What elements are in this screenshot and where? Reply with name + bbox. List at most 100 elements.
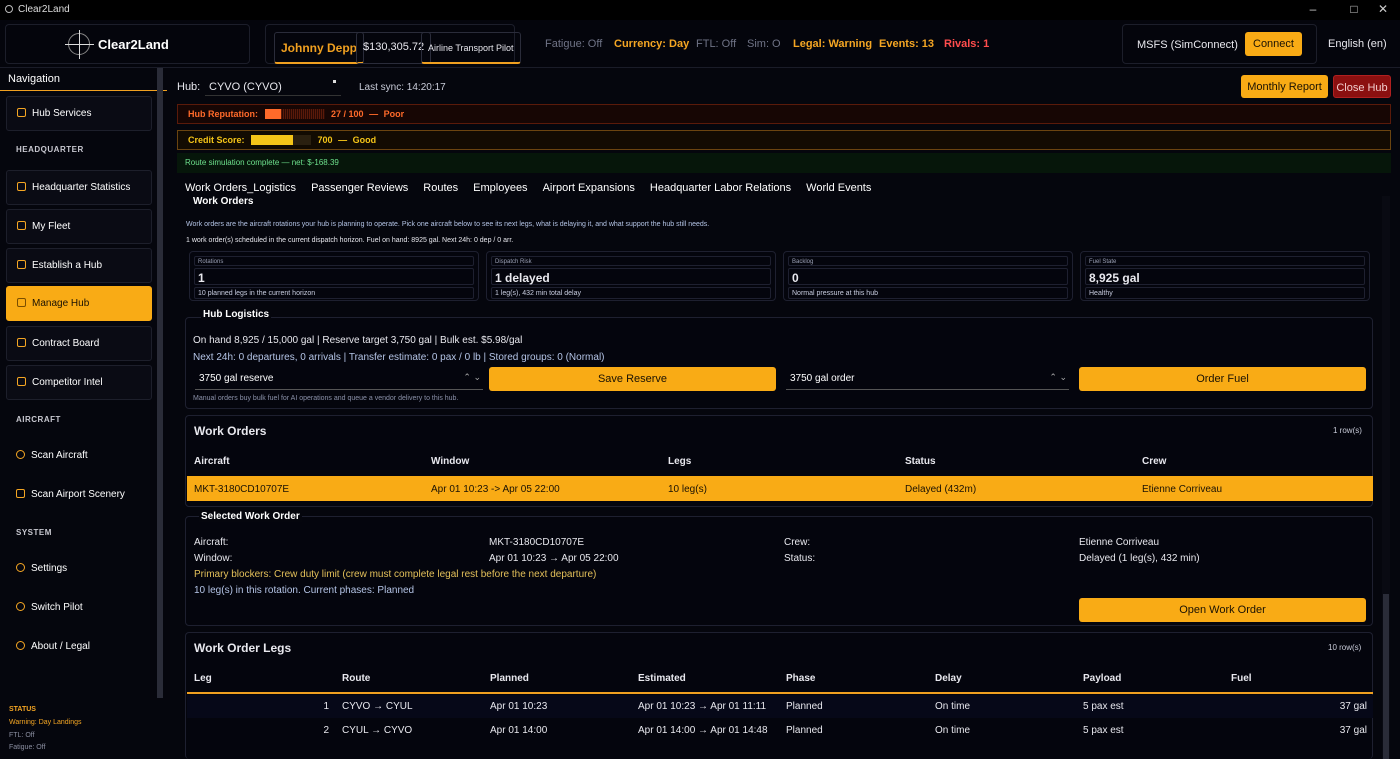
order-select[interactable]: 3750 gal order ⌃ ⌄ <box>786 368 1069 390</box>
leg-payload: 5 pax est <box>1083 701 1124 712</box>
tab-work-orders[interactable]: Work Orders_Logistics <box>185 182 296 194</box>
nav-item-hub-services[interactable]: Hub Services <box>6 96 152 131</box>
leg-phase: Planned <box>786 725 823 736</box>
selected-window: Apr 01 10:23 → Apr 05 22:00 <box>489 553 619 564</box>
tab-airport-expansions[interactable]: Airport Expansions <box>543 182 635 194</box>
minimize-icon[interactable]: – <box>1299 2 1327 16</box>
credit-score-bar: Credit Score: 700 — Good <box>177 130 1391 150</box>
close-window-icon[interactable]: ✕ <box>1369 2 1397 16</box>
table-row[interactable]: 1 CYVO → CYUL Apr 01 10:23 Apr 01 10:23 … <box>187 695 1373 718</box>
leg-estimated: Apr 01 14:00 → Apr 01 14:48 <box>638 725 768 736</box>
logistics-line1: On hand 8,925 / 15,000 gal | Reserve tar… <box>193 335 523 346</box>
leg-number: 1 <box>323 701 329 712</box>
tab-labor-relations[interactable]: Headquarter Labor Relations <box>650 182 791 194</box>
header-divider <box>187 692 1373 694</box>
pilot-name[interactable]: Johnny Depp <box>274 32 365 64</box>
nav-item-switch-pilot[interactable]: Switch Pilot <box>6 591 152 626</box>
tab-passenger-reviews[interactable]: Passenger Reviews <box>311 182 408 194</box>
kpi-backlog: Backlog 0 Normal pressure at this hub <box>783 251 1073 301</box>
selected-aircraft: MKT-3180CD10707E <box>489 537 585 548</box>
col-route[interactable]: Route <box>342 673 370 684</box>
nav-item-about[interactable]: About / Legal <box>6 630 152 665</box>
events-status[interactable]: Events: 13 <box>879 38 934 50</box>
tab-employees[interactable]: Employees <box>473 182 527 194</box>
leg-planned: Apr 01 14:00 <box>490 725 548 736</box>
map-icon <box>16 489 25 498</box>
leg-fuel: 37 gal <box>1339 701 1367 712</box>
reserve-select[interactable]: 3750 gal reserve ⌃ ⌄ <box>195 368 483 390</box>
logistics-line2: Next 24h: 0 departures, 0 arrivals | Tra… <box>193 352 605 363</box>
sim-status: Sim: O <box>747 38 781 50</box>
selected-crew-label: Crew: <box>784 537 811 548</box>
scrollbar-thumb[interactable] <box>1383 594 1389 759</box>
orders-count: 1 row(s) <box>1333 426 1362 435</box>
nav-item-contract-board[interactable]: Contract Board <box>6 326 152 361</box>
table-row[interactable]: MKT-3180CD10707E Apr 01 10:23 -> Apr 05 … <box>187 476 1373 501</box>
kpi-hint: Healthy <box>1085 287 1365 299</box>
nav-item-label: Hub Services <box>32 108 92 119</box>
tab-routes[interactable]: Routes <box>423 182 458 194</box>
tab-bar: Work Orders_Logistics Passenger Reviews Ro… <box>185 182 886 194</box>
kpi-fuel-state: Fuel State 8,925 gal Healthy <box>1080 251 1370 301</box>
nav-item-label: Scan Airport Scenery <box>31 489 125 500</box>
col-payload[interactable]: Payload <box>1083 673 1121 684</box>
open-work-order-button[interactable]: Open Work Order <box>1079 598 1366 622</box>
selected-window-label: Window: <box>194 553 233 564</box>
nav-item-my-fleet[interactable]: My Fleet <box>6 209 152 244</box>
selected-blockers: Primary blockers: Crew duty limit (crew … <box>194 569 597 580</box>
nav-item-scan-aircraft[interactable]: Scan Aircraft <box>6 439 152 474</box>
hub-select[interactable]: CYVO (CYVO) <box>205 76 341 96</box>
col-phase[interactable]: Phase <box>786 673 815 684</box>
work-orders-summary: 1 work order(s) scheduled in the current… <box>186 237 514 244</box>
nav-item-competitor-intel[interactable]: Competitor Intel <box>6 365 152 400</box>
maximize-icon[interactable]: □ <box>1340 2 1368 16</box>
nav-item-manage-hub[interactable]: Manage Hub <box>6 286 152 321</box>
fatigue-status: Fatigue: Off <box>545 38 603 50</box>
save-reserve-button[interactable]: Save Reserve <box>489 367 776 391</box>
work-orders-table: Work Orders 1 row(s) Aircraft Window Leg… <box>185 415 1373 507</box>
col-delay[interactable]: Delay <box>935 673 962 684</box>
monthly-report-button[interactable]: Monthly Report <box>1241 75 1328 98</box>
nav-item-hq-stats[interactable]: Headquarter Statistics <box>6 170 152 205</box>
kpi-label: Dispatch Risk <box>491 256 771 266</box>
crosshair-logo-icon <box>65 30 94 59</box>
col-legs[interactable]: Legs <box>668 456 691 467</box>
nav-section-aircraft: AIRCRAFT <box>16 415 61 424</box>
kpi-rotations: Rotations 1 10 planned legs in the curre… <box>189 251 479 301</box>
sidebar-scrollbar[interactable] <box>157 68 163 698</box>
col-leg[interactable]: Leg <box>194 673 212 684</box>
col-planned[interactable]: Planned <box>490 673 529 684</box>
pilot-rank: Airline Transport Pilot <box>421 32 521 64</box>
language-box[interactable]: English (en) <box>1320 24 1395 64</box>
tab-world-events[interactable]: World Events <box>806 182 871 194</box>
up-down-chevron-icon: ⌃ ⌄ <box>1049 372 1067 382</box>
rivals-status[interactable]: Rivals: 1 <box>944 38 989 50</box>
selected-aircraft-label: Aircraft: <box>194 537 229 548</box>
row-aircraft: MKT-3180CD10707E <box>194 484 290 495</box>
col-crew[interactable]: Crew <box>1142 456 1166 467</box>
order-fuel-button[interactable]: Order Fuel <box>1079 367 1366 391</box>
content-scrollbar[interactable] <box>1382 196 1390 759</box>
language-label[interactable]: English (en) <box>1328 38 1387 50</box>
close-hub-button[interactable]: Close Hub <box>1333 75 1391 98</box>
table-row[interactable]: 2 CYUL → CYVO Apr 01 14:00 Apr 01 14:00 … <box>187 719 1373 742</box>
status-title: STATUS <box>9 706 36 713</box>
clipboard-icon <box>17 338 26 347</box>
nav-item-settings[interactable]: Settings <box>6 552 152 587</box>
col-status[interactable]: Status <box>905 456 936 467</box>
gear-icon <box>16 563 25 572</box>
work-orders-desc: Work orders are the aircraft rotations y… <box>186 221 710 228</box>
connect-button[interactable]: Connect <box>1245 32 1302 56</box>
col-estimated[interactable]: Estimated <box>638 673 686 684</box>
leg-payload: 5 pax est <box>1083 725 1124 736</box>
hub-label: Hub: <box>177 81 201 93</box>
nav-item-label: Competitor Intel <box>32 377 103 388</box>
col-aircraft[interactable]: Aircraft <box>194 456 230 467</box>
nav-item-scan-scenery[interactable]: Scan Airport Scenery <box>6 478 152 513</box>
col-fuel[interactable]: Fuel <box>1231 673 1252 684</box>
col-window[interactable]: Window <box>431 456 469 467</box>
building-icon <box>17 298 26 307</box>
nav-item-establish-hub[interactable]: Establish a Hub <box>6 248 152 283</box>
dropdown-icon <box>333 80 336 83</box>
nav-item-label: Settings <box>31 563 68 574</box>
